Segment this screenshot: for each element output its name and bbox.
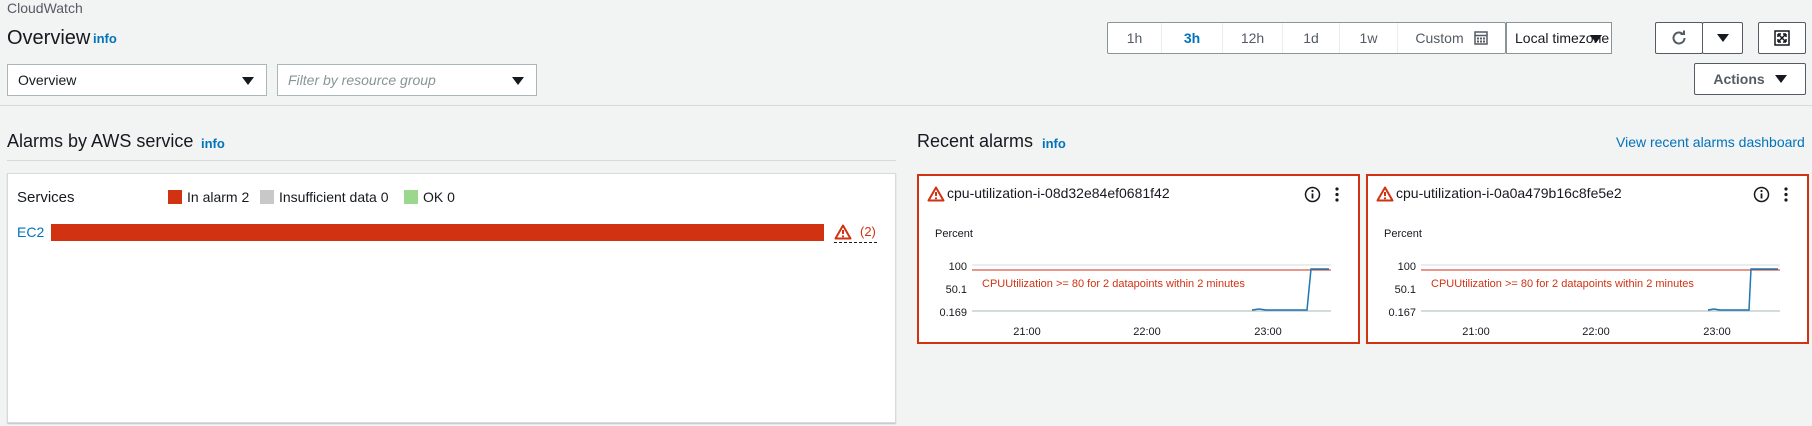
chevron-down-icon — [1716, 34, 1729, 42]
alarm-card[interactable]: cpu-utilization-i-0a0a479b16c8fe5e2 Perc… — [1366, 174, 1809, 344]
chevron-down-icon — [512, 77, 524, 85]
time-range-selector: 1h 3h 12h 1d 1w Custom — [1107, 22, 1506, 54]
legend-ok: OK 0 — [404, 189, 455, 205]
timezone-select[interactable]: Local timezone — [1506, 22, 1612, 54]
refresh-button[interactable] — [1655, 22, 1703, 54]
legend-swatch — [260, 190, 274, 204]
y-tick-label: 100 — [949, 261, 967, 273]
x-tick-label: 21:00 — [1013, 326, 1041, 338]
chevron-down-icon — [1774, 75, 1787, 83]
custom-range-button[interactable]: Custom — [1398, 23, 1505, 53]
page-title: Overview — [7, 27, 91, 49]
legend-label: Insufficient data 0 — [279, 189, 389, 205]
y-tick-label: 100 — [1398, 261, 1416, 273]
recent-alarms-title: Recent alarms — [917, 131, 1034, 151]
ec2-in-alarm-bar[interactable] — [51, 224, 824, 241]
alarms-by-service-title: Alarms by AWS service — [7, 131, 194, 151]
services-label: Services — [17, 189, 75, 206]
actions-label: Actions — [1713, 71, 1765, 87]
alarms-by-service-panel — [7, 173, 896, 423]
view-select-value: Overview — [18, 72, 77, 88]
recent-alarms-info-link[interactable]: info — [1042, 136, 1066, 151]
custom-range-label: Custom — [1415, 30, 1464, 46]
alarm-chart: 100 50.1 0.169 CPUUtilization >= 80 for … — [939, 261, 1331, 338]
x-tick-label: 21:00 — [1462, 326, 1490, 338]
alarm-card[interactable]: cpu-utilization-i-08d32e84ef0681f42 Perc… — [917, 174, 1360, 344]
alarm-count-underline — [834, 242, 877, 243]
service-link-ec2[interactable]: EC2 — [17, 224, 44, 240]
info-link[interactable]: info — [93, 31, 117, 46]
x-tick-label: 22:00 — [1133, 326, 1161, 338]
time-range-12h[interactable]: 12h — [1223, 23, 1283, 53]
time-range-1d[interactable]: 1d — [1283, 23, 1340, 53]
resource-group-filter[interactable]: Filter by resource group — [277, 64, 537, 96]
time-range-1h[interactable]: 1h — [1108, 23, 1162, 53]
legend-label: In alarm 2 — [187, 189, 250, 205]
dashboard-view-select[interactable]: Overview — [7, 64, 267, 96]
threshold-label: CPUUtilization >= 80 for 2 datapoints wi… — [1431, 278, 1694, 290]
chevron-down-icon — [242, 77, 254, 85]
refresh-options-dropdown[interactable] — [1702, 22, 1743, 54]
y-tick-label: 0.167 — [1388, 307, 1416, 319]
y-tick-label: 0.169 — [939, 307, 967, 319]
ec2-alarm-count[interactable]: (2) — [860, 224, 876, 239]
x-tick-label: 23:00 — [1703, 326, 1731, 338]
legend-in-alarm: In alarm 2 — [168, 189, 249, 205]
y-tick-label: 50.1 — [1395, 284, 1416, 296]
y-tick-label: 50.1 — [946, 284, 967, 296]
breadcrumb[interactable]: CloudWatch — [7, 0, 83, 16]
chevron-down-icon — [1590, 35, 1602, 43]
actions-button[interactable]: Actions — [1694, 63, 1806, 95]
legend-insufficient-data: Insufficient data 0 — [260, 189, 388, 205]
cpu-series-line — [1707, 268, 1778, 311]
view-recent-alarms-dashboard-link[interactable]: View recent alarms dashboard — [1616, 134, 1805, 150]
legend-label: OK 0 — [423, 189, 455, 205]
x-tick-label: 23:00 — [1254, 326, 1282, 338]
time-range-3h[interactable]: 3h — [1162, 23, 1223, 53]
expand-icon — [1774, 30, 1790, 46]
time-range-1w[interactable]: 1w — [1340, 23, 1398, 53]
legend-swatch — [168, 190, 182, 204]
warning-icon — [834, 224, 852, 240]
threshold-label: CPUUtilization >= 80 for 2 datapoints wi… — [982, 278, 1245, 290]
fullscreen-button[interactable] — [1758, 22, 1806, 54]
legend-swatch — [404, 190, 418, 204]
cpu-series-line — [1251, 268, 1329, 311]
alarms-by-service-info-link[interactable]: info — [201, 136, 225, 151]
section-divider — [7, 160, 896, 161]
page-header: CloudWatch Overview info 1h 3h 12h 1d 1w… — [0, 0, 1812, 106]
alarm-chart: 100 50.1 0.167 CPUUtilization >= 80 for … — [1388, 261, 1780, 338]
filter-placeholder: Filter by resource group — [288, 72, 436, 88]
x-tick-label: 22:00 — [1582, 326, 1610, 338]
refresh-icon — [1672, 30, 1686, 45]
calendar-icon — [1473, 31, 1488, 45]
